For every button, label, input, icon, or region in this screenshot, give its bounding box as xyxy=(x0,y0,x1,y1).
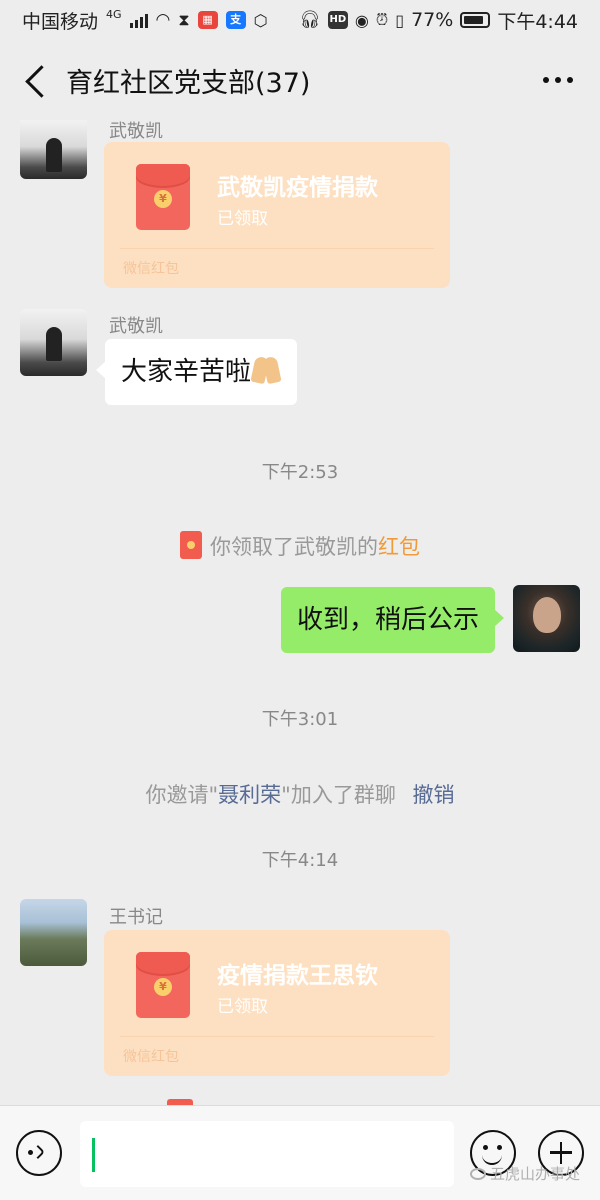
sender-name: 武敬凯 xyxy=(109,121,163,142)
sender-name: 武敬凯 xyxy=(109,316,163,337)
battery-level: 77% xyxy=(411,9,454,31)
avatar[interactable] xyxy=(20,309,87,376)
system-text: 你邀请" xyxy=(145,783,219,807)
hourglass-icon: ⧗ xyxy=(178,10,190,29)
headphones-icon: 🎧︎ xyxy=(299,10,321,30)
alipay-icon: 支 xyxy=(225,11,246,29)
text-caret xyxy=(92,1138,95,1172)
more-options-icon[interactable] xyxy=(538,77,578,83)
red-packet-status: 已领取 xyxy=(217,997,268,1017)
back-arrow-icon[interactable] xyxy=(22,60,52,100)
red-packet-link[interactable]: 红包 xyxy=(378,535,420,559)
red-packet-footer: 微信红包 xyxy=(123,1049,179,1065)
chat-title: 育红社区党支部(37) xyxy=(66,67,311,99)
calendar-app-icon: ▦ xyxy=(197,11,218,29)
alarm-icon: ⏰︎ xyxy=(375,10,389,29)
invited-member-link[interactable]: 聂利荣 xyxy=(218,783,281,807)
sender-name: 王书记 xyxy=(109,907,163,928)
message-bubble-self[interactable]: 收到，稍后公示 xyxy=(280,587,505,653)
timestamp: 下午3:01 xyxy=(261,709,339,730)
wechat-logo-icon xyxy=(470,1167,486,1180)
voice-input-icon[interactable] xyxy=(16,1130,62,1176)
red-packet-icon: ¥ xyxy=(136,952,190,1018)
carrier-label: 中国移动 xyxy=(22,10,99,33)
red-packet-footer: 微信红包 xyxy=(123,261,179,277)
red-packet-title: 疫情捐款王思钦 xyxy=(217,963,378,989)
revoke-link[interactable]: 撤销 xyxy=(413,783,455,807)
timestamp: 下午2:53 xyxy=(261,462,339,483)
red-packet-status: 已领取 xyxy=(217,209,268,229)
red-packet-icon xyxy=(180,531,202,559)
praying-hands-emoji xyxy=(251,355,281,385)
divider xyxy=(120,1036,434,1037)
wifi-icon: ◠ xyxy=(155,10,171,30)
timestamp: 下午4:14 xyxy=(261,850,339,871)
signal-icon xyxy=(129,12,148,28)
battery-icon xyxy=(460,12,491,28)
divider xyxy=(120,248,434,249)
system-message: 你领取了武敬凯的红包 xyxy=(0,531,600,562)
vibrate-icon: ▯ xyxy=(395,10,405,30)
input-bar xyxy=(0,1105,600,1200)
message-list[interactable]: 武敬凯 ¥ 武敬凯疫情捐款 已领取 微信红包 武敬凯 大家辛苦啦 下午2:53 … xyxy=(0,120,600,1105)
system-message: 你邀请"聂利荣"加入了群聊 撤销 xyxy=(0,779,600,809)
red-packet-message[interactable]: ¥ 疫情捐款王思钦 已领取 微信红包 xyxy=(104,930,450,1076)
message-bubble[interactable]: 大家辛苦啦 xyxy=(95,339,298,405)
eye-icon: ◉ xyxy=(354,10,369,30)
clock: 下午4:44 xyxy=(497,10,578,33)
hd-icon: HD xyxy=(327,11,348,29)
avatar[interactable] xyxy=(20,899,87,966)
avatar-self[interactable] xyxy=(513,585,580,652)
status-bar: 中国移动 4G ◠ ⧗ ▦ 支 ⬡ 🎧︎ HD ◉ ⏰︎ ▯ 77% 下午4:4… xyxy=(0,0,600,40)
shield-icon: ⬡ xyxy=(253,10,268,30)
watermark-text: 五虎山办事处 xyxy=(490,1165,581,1183)
system-text: 你领取了武敬凯的 xyxy=(210,535,378,559)
red-packet-title: 武敬凯疫情捐款 xyxy=(217,175,378,201)
message-text: 大家辛苦啦 xyxy=(121,357,252,387)
message-input[interactable] xyxy=(80,1121,454,1187)
network-label: 4G xyxy=(106,7,122,21)
red-packet-message[interactable]: ¥ 武敬凯疫情捐款 已领取 微信红包 xyxy=(104,142,450,288)
system-text: "加入了群聊 xyxy=(281,783,396,807)
chat-header: 育红社区党支部(37) xyxy=(0,40,600,120)
avatar[interactable] xyxy=(20,120,87,179)
message-text: 收到，稍后公示 xyxy=(296,605,479,635)
watermark: 五虎山办事处 xyxy=(470,1163,580,1184)
red-packet-icon: ¥ xyxy=(136,164,190,230)
